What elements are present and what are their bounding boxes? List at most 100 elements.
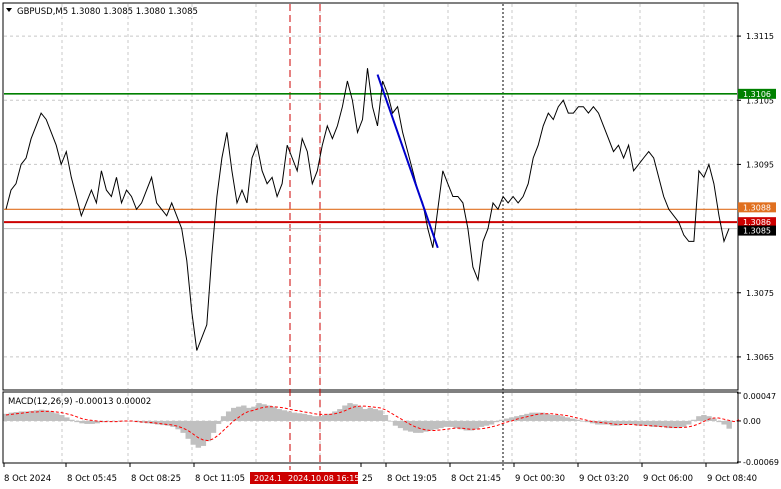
macd-histogram-bar	[680, 420, 687, 427]
macd-histogram-bar	[448, 420, 454, 427]
macd-histogram-bar	[544, 413, 550, 421]
time-tick-label: 8 Oct 2024	[4, 474, 51, 484]
macd-histogram-bar	[89, 420, 95, 424]
macd-histogram-bar	[347, 403, 353, 421]
time-tick-label: 8 Oct 05:45	[67, 474, 117, 484]
time-tick-label: 8 Oct 21:45	[451, 474, 501, 484]
macd-histogram-bar	[281, 410, 287, 421]
macd-histogram-bar	[392, 420, 399, 426]
price-tick-label: 1.3095	[746, 160, 774, 169]
macd-histogram-bar	[301, 413, 308, 421]
macd-histogram-bar	[407, 420, 414, 432]
macd-histogram-bar	[574, 419, 581, 421]
macd-histogram-bar	[686, 420, 692, 425]
macd-histogram-bar	[372, 409, 378, 421]
macd-histogram-bar	[701, 415, 707, 421]
macd-histogram-bar	[397, 420, 404, 429]
macd-histogram-bar	[443, 420, 449, 427]
macd-histogram-bar	[84, 420, 90, 424]
price-panel-frame	[2, 2, 739, 391]
macd-histogram-bar	[564, 417, 571, 421]
macd-histogram-bar	[195, 420, 202, 448]
symbol-header: GBPUSD,M5 1.3080 1.3085 1.3080 1.3085	[6, 7, 198, 17]
price-y-axis: 1.31151.31051.30951.30751.3065	[737, 32, 774, 362]
macd-histogram-bar	[721, 420, 727, 425]
macd-histogram-bar	[625, 420, 631, 425]
time-tick-label: 9 Oct 08:40	[707, 474, 757, 484]
macd-histogram-bar	[286, 411, 293, 421]
time-tick-label: 25	[362, 474, 373, 484]
macd-histogram-bar	[559, 416, 566, 421]
macd-histogram-bar	[504, 418, 510, 421]
price-tick-label: 1.3115	[746, 32, 774, 41]
macd-histogram-bar	[48, 411, 55, 421]
macd-histogram-bar	[716, 420, 722, 423]
macd-histogram-bar	[706, 416, 712, 421]
macd-histogram-bar	[483, 420, 490, 426]
time-axis: 8 Oct 2024 8 Oct 05:45 8 Oct 08:25 8 Oct 11…	[3, 463, 757, 484]
time-tick-label: 8 Oct 11:05	[195, 474, 245, 484]
time-tick-label: 9 Oct 03:20	[579, 474, 629, 484]
macd-histogram-bar	[691, 419, 697, 421]
macd-histogram-bar	[74, 420, 80, 423]
macd-histogram-bar	[387, 420, 394, 422]
macd-histogram-bar	[615, 420, 621, 426]
macd-histogram-bar	[549, 415, 555, 421]
macd-label: MACD(12,26,9) -0.00013 0.00002	[8, 397, 151, 407]
macd-histogram-bar	[382, 415, 389, 421]
macd-histogram-bar	[488, 420, 495, 425]
macd-histogram-bar	[438, 420, 444, 429]
time-tick-label: 9 Oct 06:00	[643, 474, 693, 484]
symbol-ohlc-label: GBPUSD,M5 1.3080 1.3085 1.3080 1.3085	[17, 7, 198, 17]
macd-tick-label: 0.00047	[743, 392, 776, 401]
macd-histogram-bar	[569, 418, 576, 421]
macd-histogram-bar	[180, 420, 186, 433]
macd-histogram-bar	[205, 420, 212, 442]
macd-histogram-bar	[54, 413, 60, 421]
macd-histogram-bar	[498, 419, 505, 421]
macd-y-axis: 0.00047 0.00 -0.00069	[737, 392, 779, 467]
macd-histogram-bar	[579, 420, 586, 422]
macd-histogram-bar	[478, 420, 485, 427]
macd-histogram-bar	[493, 420, 500, 423]
macd-histogram-bar	[367, 407, 373, 421]
macd-histogram-bar	[377, 410, 384, 421]
macd-histogram-bar	[251, 406, 257, 421]
macd-histogram-bar	[175, 420, 181, 430]
time-tick-label: 8 Oct 19:05	[387, 474, 437, 484]
macd-histogram-bar	[311, 416, 318, 421]
macd-histogram-bar	[726, 420, 732, 429]
macd-tick-label: 0.00	[743, 417, 761, 426]
orange-price-tag-label: 1.3088	[743, 203, 771, 212]
macd-histogram-bar	[79, 420, 85, 424]
green-price-tag-label: 1.3106	[743, 90, 771, 99]
macd-histogram-bar	[327, 413, 333, 421]
macd-histogram-bar	[524, 413, 530, 421]
macd-histogram-bar	[276, 409, 282, 421]
macd-histogram-bar	[620, 420, 626, 425]
macd-histogram-bar	[306, 415, 313, 421]
macd-histogram-bar	[64, 417, 70, 421]
macd-histogram-bar	[316, 416, 323, 421]
macd-histogram-bar	[322, 415, 328, 421]
macd-histogram-bar	[529, 412, 535, 421]
macd-histogram-bar	[266, 405, 272, 421]
macd-histogram-bar	[246, 407, 252, 421]
macd-histogram-bar	[225, 411, 232, 421]
macd-histogram-bar	[337, 409, 343, 421]
macd-histogram-bar	[357, 406, 363, 421]
macd-histogram-bar	[342, 405, 348, 421]
time-highlight-label: 2024.1	[254, 474, 282, 483]
macd-histogram-bar	[428, 420, 434, 431]
macd-tick-label: -0.00069	[743, 458, 779, 467]
macd-histogram-bar	[210, 420, 217, 433]
macd-histogram-bar	[362, 409, 368, 421]
chart-canvas: 1.31151.31051.30951.30751.3065 0.000470.…	[2, 2, 779, 484]
macd-histogram-bar	[402, 420, 409, 431]
macd-histogram-bar	[630, 420, 636, 425]
time-tick-label: 9 Oct 00:30	[515, 474, 565, 484]
macd-histogram-bar	[296, 413, 303, 421]
time-tick-label: 8 Oct 08:25	[131, 474, 181, 484]
current-price-tag-label: 1.3085	[743, 227, 771, 236]
macd-histogram-bar	[433, 420, 439, 430]
